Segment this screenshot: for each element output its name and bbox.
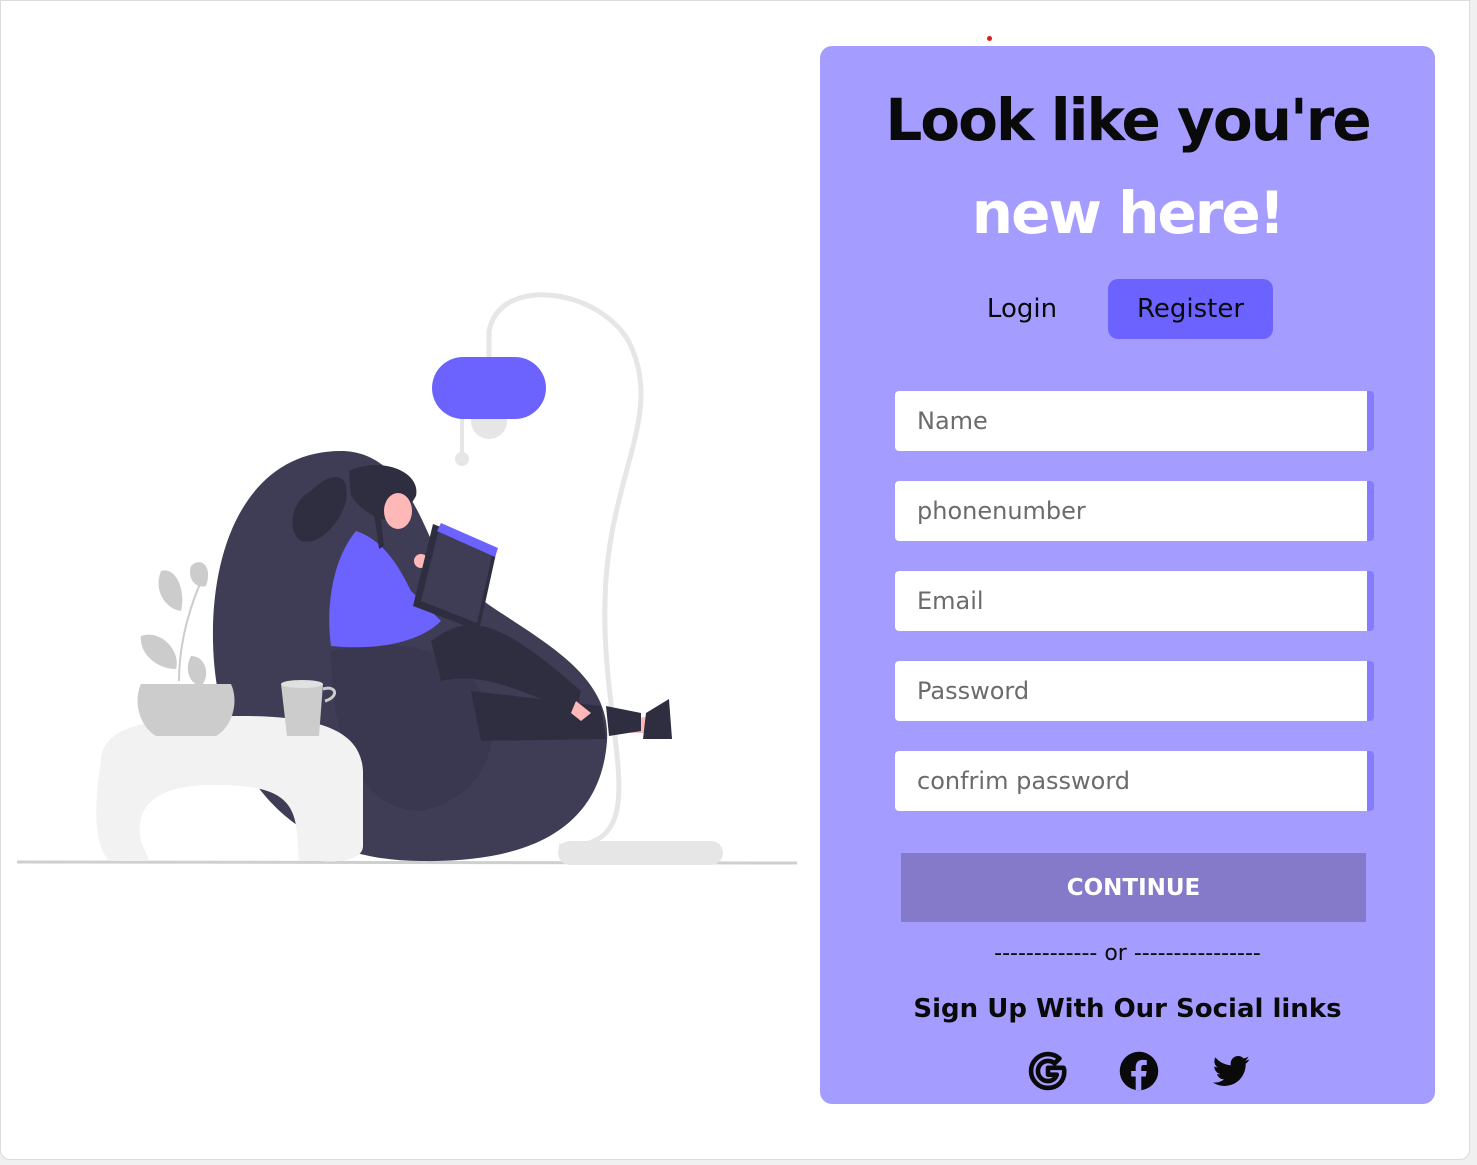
lamp-chain-end (455, 452, 469, 466)
side-table (96, 716, 364, 862)
plant-leaf-1 (158, 570, 183, 611)
red-dot-marker (987, 36, 992, 41)
confirm-password-field[interactable] (895, 751, 1374, 811)
google-icon[interactable] (1026, 1049, 1070, 1093)
lamp-base (558, 841, 723, 865)
headline-line-1: Look like you're (885, 86, 1371, 154)
plant-leaf-3 (140, 634, 177, 669)
name-field[interactable] (895, 391, 1374, 451)
lamp-shade (432, 357, 546, 419)
twitter-icon[interactable] (1209, 1049, 1253, 1093)
plant-leaf-4 (187, 656, 207, 686)
woman-shoe (606, 706, 641, 736)
phone-number-field[interactable] (895, 481, 1374, 541)
headline-line-2: new here! (971, 179, 1285, 247)
tab-login[interactable]: Login (955, 279, 1089, 339)
plant-leaf-2 (190, 562, 209, 587)
register-card: Look like you're new here! Login Registe… (820, 46, 1435, 1104)
page: Look like you're new here! Login Registe… (0, 0, 1470, 1160)
password-field[interactable] (895, 661, 1374, 721)
mug-rim (281, 680, 323, 688)
mug (281, 684, 323, 736)
reading-woman-illustration (16, 292, 798, 865)
social-links-title: Sign Up With Our Social links (913, 994, 1342, 1024)
continue-button[interactable]: CONTINUE (901, 853, 1366, 922)
or-divider: ------------- or ---------------- (994, 941, 1261, 966)
woman-face (384, 493, 412, 529)
email-field[interactable] (895, 571, 1374, 631)
facebook-icon[interactable] (1117, 1049, 1161, 1093)
plant-pot (137, 684, 235, 736)
tab-register[interactable]: Register (1108, 279, 1273, 339)
woman-shoe-2 (643, 699, 672, 739)
